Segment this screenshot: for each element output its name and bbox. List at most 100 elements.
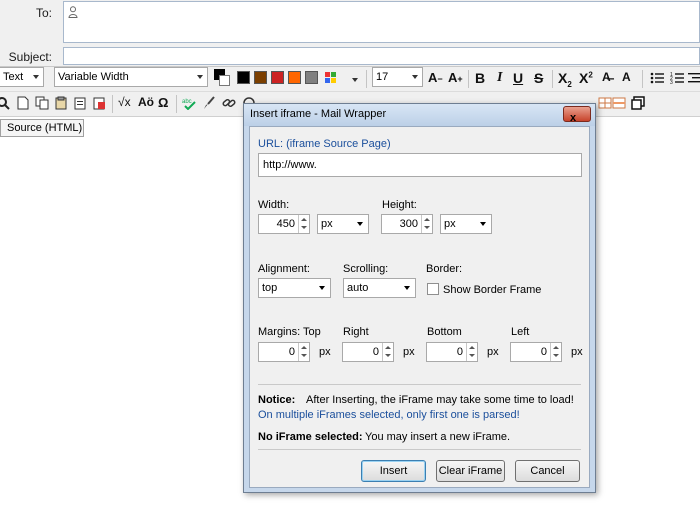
alignment-select[interactable]: top xyxy=(258,278,331,298)
chevron-down-icon xyxy=(319,286,325,290)
margin-left-input[interactable]: 0 xyxy=(510,342,562,362)
spellcheck-icon[interactable]: abc xyxy=(182,96,196,110)
bullet-list-icon[interactable] xyxy=(650,71,664,85)
spin-down-icon[interactable] xyxy=(469,354,475,357)
show-border-checkbox[interactable] xyxy=(427,283,439,295)
notice-text: After Inserting, the iFrame may take som… xyxy=(306,394,574,406)
scrolling-select[interactable]: auto xyxy=(343,278,416,298)
decrease-font-icon[interactable]: A− xyxy=(428,70,443,85)
text-color-button[interactable] xyxy=(214,69,230,89)
color-swatch-gray[interactable] xyxy=(305,71,318,84)
margin-left-unit: px xyxy=(571,346,583,358)
compose-header: To: Subject: xyxy=(0,0,700,67)
paste-text-icon[interactable] xyxy=(73,96,87,110)
formula-icon[interactable]: √x xyxy=(118,95,131,109)
indent-icon[interactable] xyxy=(688,71,700,85)
height-label: Height: xyxy=(382,199,417,211)
spin-down-icon[interactable] xyxy=(301,354,307,357)
height-unit-value: px xyxy=(444,218,456,230)
brush-icon[interactable] xyxy=(202,96,216,110)
height-spinner[interactable] xyxy=(421,215,432,233)
underline-button[interactable]: U xyxy=(513,70,523,86)
superscript-button[interactable]: X2 xyxy=(579,70,593,86)
bold-button[interactable]: B xyxy=(475,70,485,86)
copy-icon[interactable] xyxy=(35,96,49,110)
color-picker-icon[interactable] xyxy=(324,71,338,85)
margin-right-input[interactable]: 0 xyxy=(342,342,394,362)
font-size-select[interactable]: 17 xyxy=(372,67,423,87)
margin-bottom-value: 0 xyxy=(456,346,463,358)
cancel-button[interactable]: Cancel xyxy=(515,460,580,482)
chevron-down-icon xyxy=(197,75,203,79)
remove-format-icon[interactable]: A̶ xyxy=(602,70,611,84)
superscript-x: X xyxy=(579,70,589,86)
window-icon[interactable] xyxy=(631,96,645,110)
paste-icon[interactable] xyxy=(54,96,68,110)
margin-top-input[interactable]: 0 xyxy=(258,342,310,362)
margin-top-unit: px xyxy=(319,346,331,358)
spin-down-icon[interactable] xyxy=(424,226,430,229)
selection-label: No iFrame selected: xyxy=(258,431,363,443)
close-button[interactable]: x xyxy=(563,106,591,124)
margin-left-spinner[interactable] xyxy=(550,343,561,361)
width-unit-select[interactable]: px xyxy=(317,214,369,234)
width-input[interactable]: 450 xyxy=(258,214,310,234)
spin-up-icon[interactable] xyxy=(301,218,307,221)
strikethrough-button[interactable]: S xyxy=(534,70,543,86)
font-size-value: 17 xyxy=(376,71,389,83)
format-select[interactable]: Text xyxy=(0,67,44,87)
clear-iframe-button[interactable]: Clear iFrame xyxy=(436,460,505,482)
spin-down-icon[interactable] xyxy=(553,354,559,357)
margin-top-spinner[interactable] xyxy=(298,343,309,361)
margin-bottom-input[interactable]: 0 xyxy=(426,342,478,362)
accent-chars-button[interactable]: Aö xyxy=(138,95,154,109)
italic-button[interactable]: I xyxy=(497,70,502,86)
spin-down-icon[interactable] xyxy=(301,226,307,229)
font-select[interactable]: Variable Width xyxy=(54,67,208,87)
toolbar-separator xyxy=(468,70,469,88)
chevron-down-icon[interactable] xyxy=(352,78,358,82)
source-html-tab[interactable]: Source (HTML) xyxy=(0,119,84,137)
spin-down-icon[interactable] xyxy=(385,354,391,357)
url-input[interactable]: http://www. xyxy=(258,153,582,177)
find-icon[interactable] xyxy=(0,96,10,110)
spin-up-icon[interactable] xyxy=(424,218,430,221)
color-swatch-red[interactable] xyxy=(271,71,284,84)
increase-font-icon[interactable]: A+ xyxy=(448,70,463,85)
spin-up-icon[interactable] xyxy=(469,346,475,349)
subscript-x: X xyxy=(558,70,568,86)
width-label: Width: xyxy=(258,199,290,211)
color-swatch-brown[interactable] xyxy=(254,71,267,84)
to-field[interactable] xyxy=(63,1,700,43)
notice-multiple-text: On multiple iFrames selected, only first… xyxy=(258,409,520,421)
width-spinner[interactable] xyxy=(298,215,309,233)
insert-button[interactable]: Insert xyxy=(361,460,426,482)
color-swatch-orange[interactable] xyxy=(288,71,301,84)
margin-top-value: 0 xyxy=(288,346,295,358)
margin-right-spinner[interactable] xyxy=(382,343,393,361)
show-border-label: Show Border Frame xyxy=(443,284,542,296)
table-row-icon[interactable] xyxy=(612,96,626,110)
paste-html-icon[interactable] xyxy=(92,96,106,110)
divider xyxy=(258,449,581,450)
border-label: Border: xyxy=(426,263,463,275)
height-unit-select[interactable]: px xyxy=(440,214,492,234)
to-label: To: xyxy=(35,6,52,20)
spin-up-icon[interactable] xyxy=(553,346,559,349)
color-swatch-black[interactable] xyxy=(237,71,250,84)
table-icon[interactable] xyxy=(598,96,612,110)
margin-bottom-spinner[interactable] xyxy=(466,343,477,361)
height-value: 300 xyxy=(399,218,418,230)
subscript-button[interactable]: X2 xyxy=(558,70,572,89)
spin-up-icon[interactable] xyxy=(301,346,307,349)
numbered-list-icon[interactable]: 1 2 3 xyxy=(670,71,684,85)
new-document-icon[interactable] xyxy=(16,96,30,110)
dialog-titlebar[interactable]: Insert iframe - Mail Wrapper x xyxy=(244,104,595,126)
link-icon[interactable] xyxy=(222,96,236,110)
margin-left-value: 0 xyxy=(540,346,547,358)
height-input[interactable]: 300 xyxy=(381,214,433,234)
spin-up-icon[interactable] xyxy=(385,346,391,349)
special-char-button[interactable]: Ω xyxy=(158,95,168,110)
subject-field[interactable] xyxy=(63,47,700,65)
clear-format-icon[interactable]: A xyxy=(622,70,631,84)
